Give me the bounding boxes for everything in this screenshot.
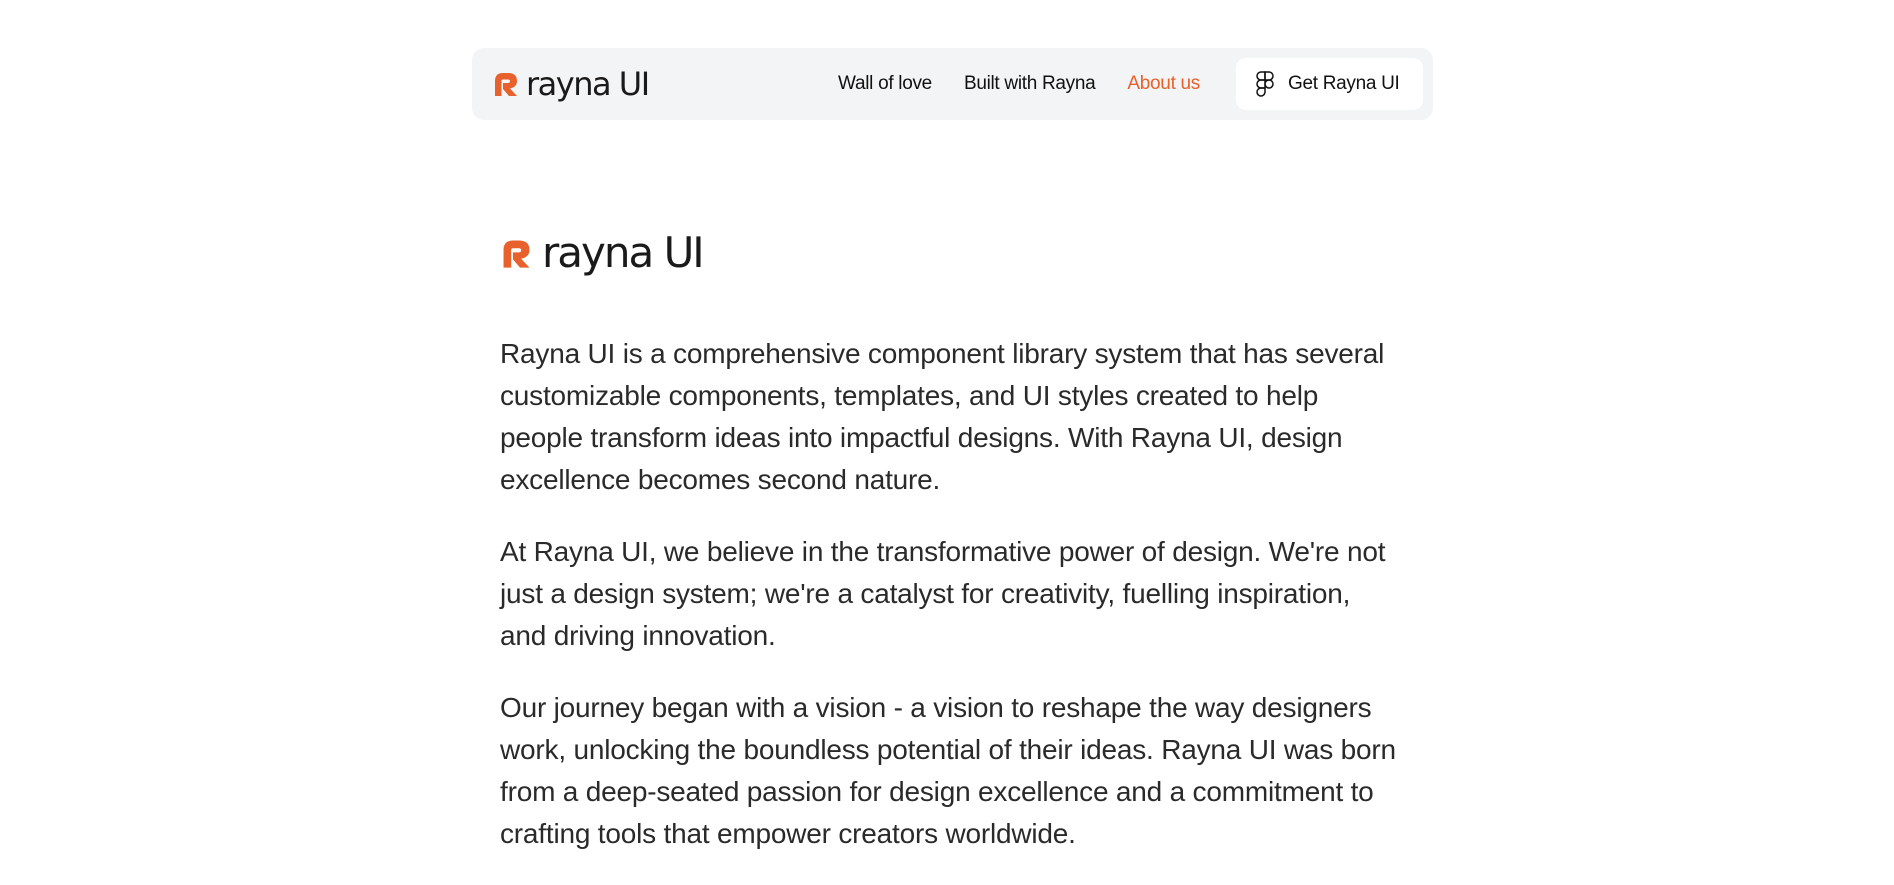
get-rayna-ui-label: Get Rayna UI — [1288, 73, 1400, 94]
rayna-logo-icon — [495, 73, 517, 96]
top-navbar: rayna UI Wall of love Built with Rayna A… — [472, 48, 1433, 120]
figma-icon — [1256, 71, 1274, 97]
about-content: Rayna UI is a comprehensive component li… — [500, 333, 1400, 885]
about-paragraph-intro: Rayna UI is a comprehensive component li… — [500, 338, 1385, 495]
nav-logo[interactable]: rayna UI — [492, 65, 650, 103]
nav-link-wall-of-love[interactable]: Wall of love — [838, 73, 932, 95]
logo-wordmark: rayna UI — [526, 65, 650, 103]
about-paragraph-journey: Our journey began with a vision - a visi… — [500, 692, 1396, 849]
nav-links: Wall of love Built with Rayna About us — [838, 73, 1200, 95]
nav-link-built-with-rayna[interactable]: Built with Rayna — [964, 73, 1096, 95]
hero-logo: rayna UI — [500, 228, 705, 277]
get-rayna-ui-button[interactable]: Get Rayna UI — [1236, 58, 1423, 110]
hero-logo-wordmark: rayna UI — [542, 228, 705, 277]
about-paragraph-belief: At Rayna UI, we believe in the transform… — [500, 536, 1386, 651]
rayna-logo-icon — [503, 240, 530, 268]
nav-link-about-us[interactable]: About us — [1127, 73, 1200, 95]
